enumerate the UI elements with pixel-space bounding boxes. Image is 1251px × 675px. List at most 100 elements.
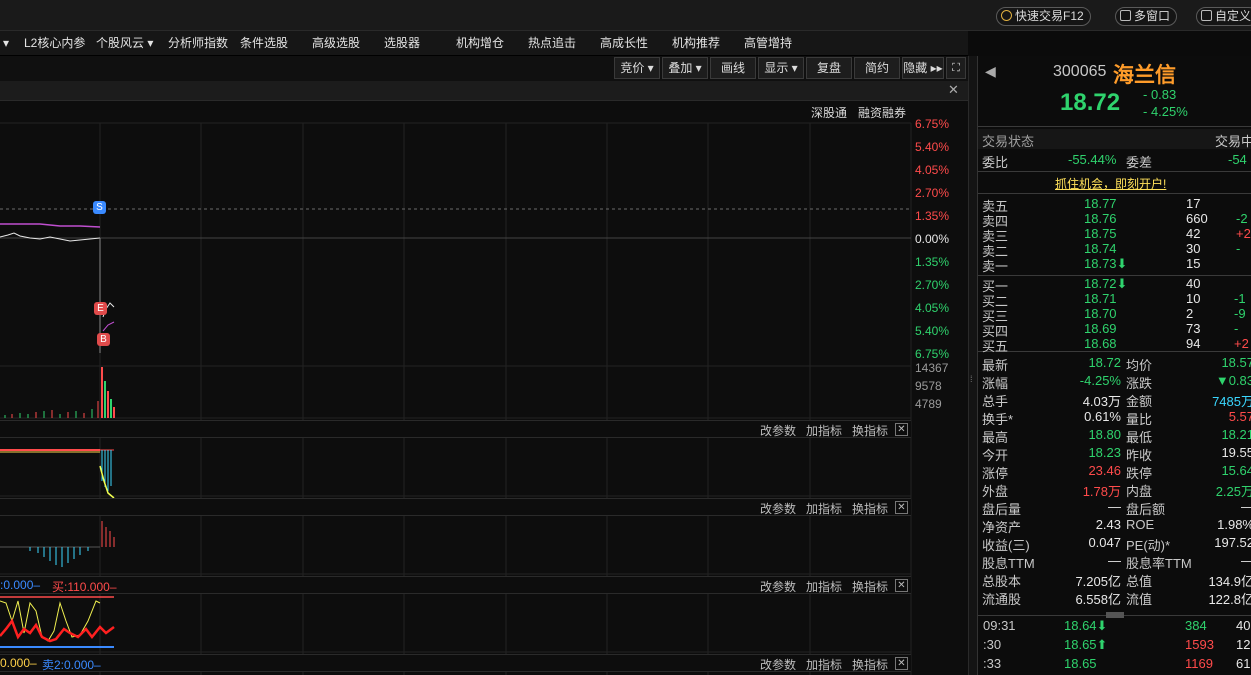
hide-button[interactable]: 隐藏 ▸▸ — [902, 57, 944, 79]
tick-row[interactable]: :30 18.65⬆ 1593 126 — [978, 637, 1251, 655]
trade-status-row: 交易状态 交易中 — [978, 129, 1251, 149]
bid-row[interactable]: 买五 18.68 94 +2 — [978, 336, 1251, 354]
auction-button[interactable]: 竞价 ▾ — [614, 57, 660, 79]
bid-price: 18.71 — [1084, 291, 1117, 306]
modify-params-button[interactable]: 改参数 — [760, 422, 796, 439]
stats-row: 涨幅 -4.25% 涨跌 ▼0.83 — [978, 373, 1251, 391]
indicator-bar-1: 改参数 加指标 换指标 ✕ — [0, 420, 911, 438]
fullscreen-icon[interactable]: ⛶ — [946, 57, 966, 79]
modify-params-button[interactable]: 改参数 — [760, 500, 796, 517]
menu-item-inst-increase[interactable]: 机构增仓 — [456, 31, 504, 56]
stat-label: 净资产 — [982, 520, 1022, 535]
close-panel-icon[interactable]: ✕ — [895, 423, 908, 436]
stats-row: 外盘 1.78万 内盘 2.25万 — [978, 481, 1251, 499]
stats-row: 涨停 23.46 跌停 15.64 — [978, 463, 1251, 481]
stat-label: 涨幅 — [982, 376, 1009, 391]
display-button[interactable]: 显示 ▾ — [758, 57, 804, 79]
draw-line-button[interactable]: 画线 — [710, 57, 756, 79]
switch-indicator-button[interactable]: 换指标 — [852, 578, 888, 595]
menu-item-stock-picker[interactable]: 选股器 — [384, 31, 420, 56]
tick-time: :33 — [983, 656, 1002, 671]
modify-params-button[interactable]: 改参数 — [760, 578, 796, 595]
stat-value: 18.23 — [1088, 445, 1121, 460]
volume-axis-mid: 9578 — [915, 379, 942, 393]
menu-bar: ▾ L2核心内参 个股风云 ▾ 分析师指数 条件选股 高级选股 选股器 机构增仓… — [0, 31, 968, 56]
stat-label: 收益(三) — [982, 538, 1030, 553]
stat-label: 盘后额 — [1126, 502, 1166, 517]
indicator-bar-2: 改参数 加指标 换指标 ✕ — [0, 498, 911, 516]
tick-volume: 1593 — [1185, 637, 1214, 652]
bid-price: 18.68 — [1084, 336, 1117, 351]
simple-button[interactable]: 简约 — [854, 57, 900, 79]
menu-item-condition-pick[interactable]: 条件选股 — [240, 31, 288, 56]
panel-splitter[interactable]: ⁞ — [968, 56, 977, 675]
axis-label-up-4-05: 4.05% — [915, 163, 950, 177]
indicator-panel-2 — [0, 521, 115, 567]
stat-label: 最低 — [1126, 430, 1153, 445]
menu-item-dropdown[interactable]: ▾ — [3, 31, 9, 56]
menu-item-inst-recommend[interactable]: 机构推荐 — [672, 31, 720, 56]
stat-value: 134.9亿 — [1208, 574, 1251, 589]
modify-params-button[interactable]: 改参数 — [760, 656, 796, 673]
axis-label-down-1-35: 1.35% — [915, 255, 950, 269]
switch-indicator-button[interactable]: 换指标 — [852, 656, 888, 673]
menu-item-hot-chase[interactable]: 热点追击 — [528, 31, 576, 56]
menu-item-high-growth[interactable]: 高成长性 — [600, 31, 648, 56]
sell2-indicator-label: 卖2:0.000– — [42, 658, 101, 672]
stat-value: 122.8亿 — [1208, 592, 1251, 607]
custom-button[interactable]: 自定义 — [1196, 7, 1251, 26]
add-indicator-button[interactable]: 加指标 — [806, 422, 842, 439]
bid-volume: 94 — [1186, 336, 1201, 351]
menu-item-stock-news[interactable]: 个股风云 ▾ — [96, 31, 153, 56]
stat-label: 今开 — [982, 448, 1009, 463]
stats-row: 今开 18.23 昨收 19.55 — [978, 445, 1251, 463]
stat-label: 盘后量 — [982, 502, 1022, 517]
stat-label: 量比 — [1126, 412, 1153, 427]
title-bar: 快速交易F12 多窗口 自定义 — [0, 0, 1251, 31]
stat-value: — — [1241, 499, 1251, 514]
overlay-button[interactable]: 叠加 ▾ — [662, 57, 708, 79]
stat-value: 5.57 — [1228, 409, 1251, 424]
add-indicator-button[interactable]: 加指标 — [806, 578, 842, 595]
ask-price: 18.74 — [1084, 241, 1117, 256]
price-change-pct: - 4.25% — [1143, 104, 1188, 119]
b-marker[interactable]: B — [97, 333, 110, 346]
replay-button[interactable]: 复盘 — [806, 57, 852, 79]
order-ratio-row: 委比 -55.44% 委差 -54 — [982, 152, 1247, 170]
menu-item-l2[interactable]: L2核心内参 — [24, 31, 85, 56]
stats-row: 最高 18.80 最低 18.21 — [978, 427, 1251, 445]
menu-item-advanced-pick[interactable]: 高级选股 — [312, 31, 360, 56]
prev-stock-icon[interactable]: ◀ — [985, 63, 996, 80]
ask-price: 18.73⬇ — [1084, 256, 1128, 271]
close-panel-icon[interactable]: ✕ — [895, 579, 908, 592]
stat-value: 23.46 — [1088, 463, 1121, 478]
stat-value: — — [1108, 553, 1121, 568]
multi-window-button[interactable]: 多窗口 — [1115, 7, 1178, 26]
tick-volume: 384 — [1185, 618, 1207, 633]
quick-trade-icon — [1001, 10, 1012, 21]
add-indicator-button[interactable]: 加指标 — [806, 656, 842, 673]
axis-label-up-1-35: 1.35% — [915, 209, 950, 223]
stock-code: 300065 — [1053, 63, 1107, 80]
stat-value: 0.047 — [1088, 535, 1121, 550]
switch-indicator-button[interactable]: 换指标 — [852, 500, 888, 517]
close-panel-icon[interactable]: ✕ — [895, 657, 908, 670]
s-marker[interactable]: S — [93, 201, 106, 214]
ask-volume: 660 — [1186, 211, 1208, 226]
tick-row[interactable]: :33 18.65 1169 61 — [978, 656, 1251, 674]
stat-value: — — [1108, 499, 1121, 514]
open-account-link[interactable]: 抓住机会，即刻开户! — [1055, 175, 1166, 192]
quick-trade-button[interactable]: 快速交易F12 — [996, 7, 1091, 26]
ask-price: 18.75 — [1084, 226, 1117, 241]
switch-indicator-button[interactable]: 换指标 — [852, 422, 888, 439]
tick-row[interactable]: 09:31 18.64⬇ 384 40 — [978, 618, 1251, 636]
add-indicator-button[interactable]: 加指标 — [806, 500, 842, 517]
menu-item-analyst-index[interactable]: 分析师指数 — [168, 31, 228, 56]
price-line — [0, 232, 101, 242]
ask-row[interactable]: 卖一 18.73⬇ 15 — [978, 256, 1251, 274]
volume-axis-high: 14367 — [915, 361, 949, 375]
axis-label-up-2-70: 2.70% — [915, 186, 950, 200]
menu-item-exec-increase[interactable]: 高管增持 — [744, 31, 792, 56]
e-marker[interactable]: E — [94, 302, 107, 315]
close-panel-icon[interactable]: ✕ — [895, 501, 908, 514]
